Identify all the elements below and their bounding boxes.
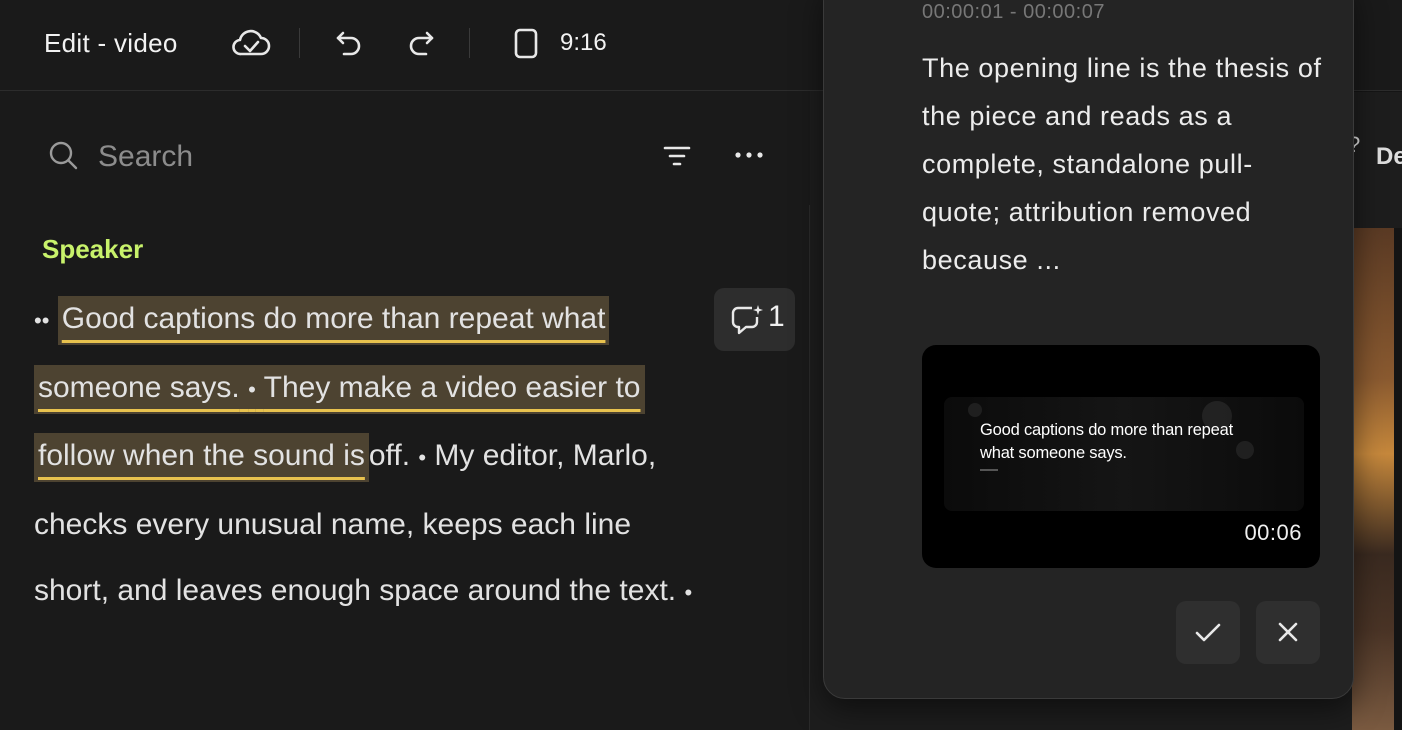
panel-divider bbox=[809, 205, 810, 730]
word-run[interactable]: off. bbox=[369, 439, 410, 472]
transcript-text[interactable]: •• Good captions do more than repeat wha… bbox=[34, 286, 714, 627]
page-title: Edit - video bbox=[44, 28, 178, 58]
pause-marker: • bbox=[684, 580, 693, 605]
video-preview-frame bbox=[1352, 228, 1394, 730]
undo-icon[interactable] bbox=[334, 28, 364, 58]
preview-caption: Good captions do more than repeat what s… bbox=[980, 421, 1233, 462]
more-options-icon[interactable] bbox=[734, 150, 764, 160]
bokeh-light bbox=[968, 403, 982, 417]
redo-icon[interactable] bbox=[406, 28, 436, 58]
time-range: 00:00:01 - 00:00:07 bbox=[922, 1, 1105, 23]
comment-count: 1 bbox=[768, 300, 785, 333]
caption-preview-thumbnail[interactable]: Good captions do more than repeat what s… bbox=[922, 345, 1320, 568]
comment-sparkle-icon bbox=[731, 305, 763, 335]
word-run[interactable]: someone says. bbox=[38, 371, 240, 404]
preview-duration: 00:06 bbox=[1244, 520, 1302, 545]
speaker-label[interactable]: Speaker bbox=[42, 234, 143, 265]
toolbar-divider bbox=[469, 28, 470, 58]
aspect-ratio-button[interactable]: 9:16 bbox=[560, 29, 607, 57]
phone-portrait-icon[interactable] bbox=[514, 28, 538, 59]
toolbar-divider bbox=[299, 28, 300, 58]
accept-button[interactable] bbox=[1176, 601, 1240, 664]
cloud-check-icon[interactable] bbox=[231, 26, 271, 60]
pause-marker: • bbox=[248, 376, 256, 402]
search-input[interactable] bbox=[96, 136, 620, 178]
reject-button[interactable] bbox=[1256, 601, 1320, 664]
search-bar bbox=[48, 136, 808, 180]
pause-marker: •• bbox=[34, 308, 50, 333]
suggestion-note: The opening line is the thesis of the pi… bbox=[922, 53, 1322, 275]
right-panel-label[interactable]: De bbox=[1376, 143, 1402, 171]
check-icon bbox=[1195, 623, 1221, 642]
word-run[interactable]: Good captions do more than repeat what bbox=[62, 302, 606, 335]
suggestion-popover: 00:00:01 - 00:00:07 The opening line is … bbox=[823, 0, 1354, 699]
comment-badge[interactable]: 1 bbox=[714, 288, 795, 351]
pause-marker: • bbox=[418, 445, 427, 470]
filter-icon[interactable] bbox=[662, 144, 692, 170]
caption-underline bbox=[980, 469, 998, 471]
search-icon bbox=[49, 141, 78, 170]
video-preview-edge bbox=[1394, 228, 1402, 730]
close-icon bbox=[1278, 622, 1298, 642]
